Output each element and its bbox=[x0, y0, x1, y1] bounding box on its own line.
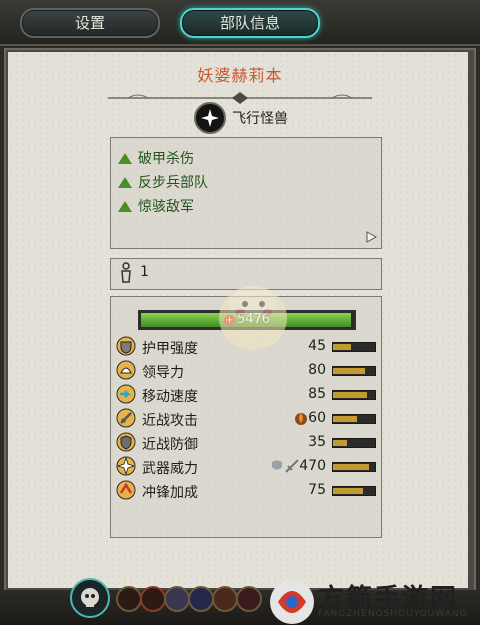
triangle-up-icon bbox=[118, 177, 132, 188]
stat-bar-fill bbox=[333, 488, 363, 494]
soldier-icon bbox=[121, 262, 131, 283]
unit-portrait[interactable] bbox=[70, 578, 110, 618]
armor-piercing-icon bbox=[272, 459, 299, 473]
stat-bar-fill bbox=[333, 368, 365, 374]
stat-row-armor: 护甲强度 45 bbox=[116, 336, 378, 358]
ability-icon[interactable] bbox=[116, 586, 142, 612]
triangle-up-icon bbox=[118, 201, 132, 212]
ability-icon[interactable] bbox=[188, 586, 214, 612]
stat-bar-fill bbox=[333, 344, 351, 350]
stat-value: 75 bbox=[308, 482, 326, 498]
trait-label: 反步兵部队 bbox=[138, 175, 208, 191]
stat-value: 35 bbox=[308, 434, 326, 450]
tab-settings[interactable]: 设置 bbox=[20, 8, 160, 38]
stat-value: 85 bbox=[308, 386, 326, 402]
stat-label: 武器威力 bbox=[142, 461, 198, 477]
stat-bar bbox=[332, 414, 376, 424]
watermark-subtext: FANGZHENGSHOUYOUWANG bbox=[318, 609, 468, 619]
melee-defense-icon bbox=[116, 432, 136, 452]
stat-bar-fill bbox=[333, 416, 357, 422]
top-bar: 设置 部队信息 bbox=[0, 0, 480, 46]
stat-row-charge-bonus: 冲锋加成 75 bbox=[116, 480, 378, 502]
skull-icon bbox=[81, 588, 99, 607]
stat-bar bbox=[332, 438, 376, 448]
stat-label: 冲锋加成 bbox=[142, 485, 198, 501]
ability-icon[interactable] bbox=[212, 586, 238, 612]
stat-label: 近战防御 bbox=[142, 437, 198, 453]
trait-item[interactable]: 反步兵部队 bbox=[118, 172, 208, 192]
leadership-icon bbox=[116, 360, 136, 380]
stat-label: 护甲强度 bbox=[142, 341, 198, 357]
fire-damage-icon bbox=[295, 413, 307, 425]
stat-bar-fill bbox=[333, 464, 369, 470]
trait-item[interactable]: 惊骇敌军 bbox=[118, 196, 194, 216]
ability-icon[interactable] bbox=[164, 586, 190, 612]
unit-type-label: 飞行怪兽 bbox=[232, 111, 288, 127]
stat-bar-fill bbox=[333, 440, 347, 446]
unit-count: 1 bbox=[140, 264, 149, 280]
stat-bar bbox=[332, 342, 376, 352]
unit-name: 妖婆赫莉本 bbox=[197, 66, 283, 85]
stat-value: 60 bbox=[308, 410, 326, 426]
stat-row-melee-defense: 近战防御 35 bbox=[116, 432, 378, 454]
ornament-divider bbox=[108, 92, 372, 104]
stat-bar bbox=[332, 366, 376, 376]
unit-type-icon bbox=[194, 102, 226, 134]
triangle-up-icon bbox=[118, 153, 132, 164]
stat-label: 近战攻击 bbox=[142, 413, 198, 429]
stat-label: 移动速度 bbox=[142, 389, 198, 405]
charge-bonus-icon bbox=[116, 480, 136, 500]
stat-row-speed: 移动速度 85 bbox=[116, 384, 378, 406]
stat-bar-fill bbox=[333, 392, 367, 398]
tab-unit-info[interactable]: 部队信息 bbox=[180, 8, 320, 38]
stat-bar bbox=[332, 390, 376, 400]
stat-value: 470 bbox=[299, 458, 326, 474]
stat-row-melee-attack: 近战攻击 60 bbox=[116, 408, 378, 430]
next-arrow-icon[interactable] bbox=[364, 230, 378, 244]
speed-icon bbox=[116, 384, 136, 404]
weapon-strength-icon bbox=[116, 456, 136, 476]
stat-row-leadership: 领导力 80 bbox=[116, 360, 378, 382]
stat-bar bbox=[332, 462, 376, 472]
stat-row-weapon-strength: 武器威力 470 bbox=[116, 456, 378, 478]
armor-icon bbox=[116, 336, 136, 356]
trait-label: 惊骇敌军 bbox=[138, 199, 194, 215]
stat-value: 45 bbox=[308, 338, 326, 354]
trait-label: 破甲杀伤 bbox=[138, 151, 194, 167]
ability-icon[interactable] bbox=[140, 586, 166, 612]
melee-attack-icon bbox=[116, 408, 136, 428]
stat-value: 80 bbox=[308, 362, 326, 378]
ability-icon[interactable] bbox=[236, 586, 262, 612]
stat-label: 领导力 bbox=[142, 365, 184, 381]
stat-bar bbox=[332, 486, 376, 496]
trait-item[interactable]: 破甲杀伤 bbox=[118, 148, 194, 168]
